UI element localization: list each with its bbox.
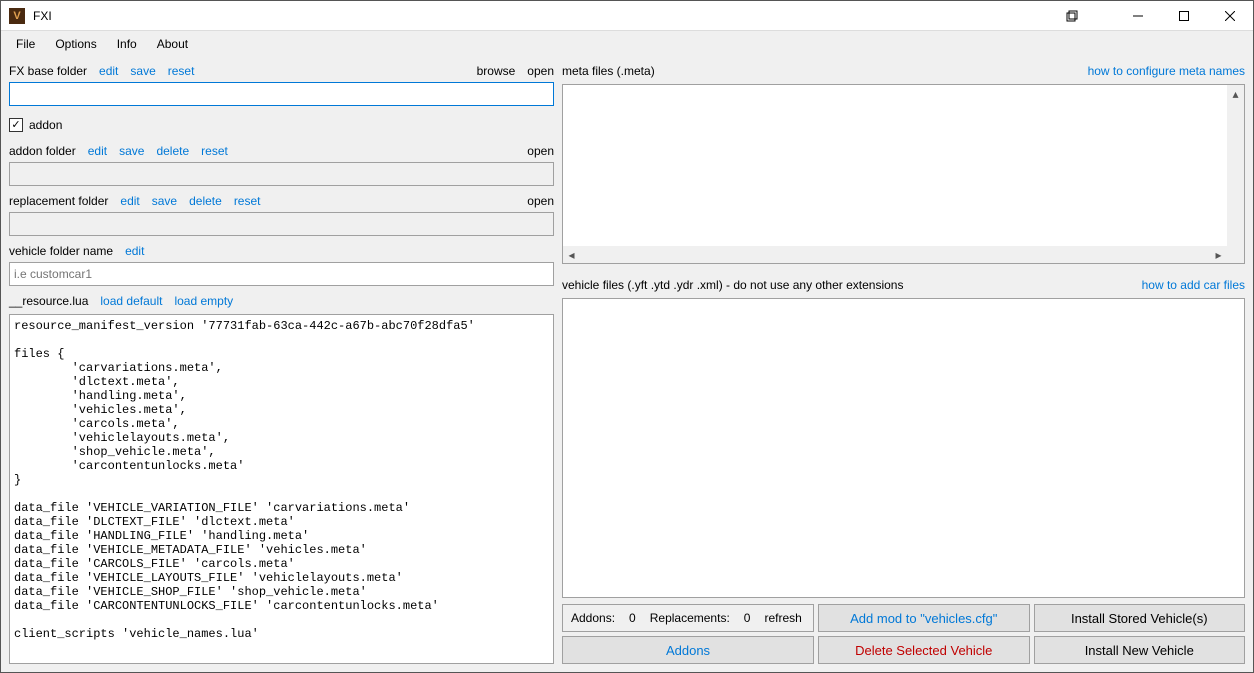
addon-check-row: ✓ addon xyxy=(9,114,554,136)
addon-folder-row: addon folder edit save delete reset open xyxy=(9,140,554,162)
addon-folder-save[interactable]: save xyxy=(119,144,144,158)
action-row-2: Addons Delete Selected Vehicle Install N… xyxy=(562,636,1245,664)
resource-load-empty[interactable]: load empty xyxy=(174,294,233,308)
meta-help-link[interactable]: how to configure meta names xyxy=(1088,64,1245,78)
addons-count: 0 xyxy=(629,611,636,625)
repl-folder-input[interactable] xyxy=(9,212,554,236)
veh-help-link[interactable]: how to add car files xyxy=(1142,278,1245,292)
menu-about[interactable]: About xyxy=(147,33,198,55)
repl-folder-delete[interactable]: delete xyxy=(189,194,222,208)
resource-row: __resource.lua load default load empty xyxy=(9,290,554,312)
app-window: V FXI File Options Info About FX base fo… xyxy=(0,0,1254,673)
resource-label: __resource.lua xyxy=(9,294,88,308)
addons-button[interactable]: Addons xyxy=(562,636,814,664)
repl-folder-edit[interactable]: edit xyxy=(120,194,139,208)
veh-label: vehicle files (.yft .ytd .ydr .xml) - do… xyxy=(562,278,903,292)
fx-base-edit[interactable]: edit xyxy=(99,64,118,78)
maximize-button[interactable] xyxy=(1161,1,1207,31)
veh-name-label: vehicle folder name xyxy=(9,244,113,258)
veh-name-edit[interactable]: edit xyxy=(125,244,144,258)
meta-files-list[interactable]: ▴ ◂ ▸ xyxy=(562,84,1245,264)
minimize-button[interactable] xyxy=(1115,1,1161,31)
stats-box: Addons: 0 Replacements: 0 refresh xyxy=(562,604,814,632)
titlebar: V FXI xyxy=(1,1,1253,31)
repl-folder-open[interactable]: open xyxy=(527,194,554,208)
fx-base-label: FX base folder xyxy=(9,64,87,78)
repl-folder-reset[interactable]: reset xyxy=(234,194,261,208)
install-stored-button[interactable]: Install Stored Vehicle(s) xyxy=(1034,604,1246,632)
scrollbar-horizontal[interactable]: ◂ ▸ xyxy=(563,246,1244,263)
close-button[interactable] xyxy=(1207,1,1253,31)
action-row-1: Addons: 0 Replacements: 0 refresh Add mo… xyxy=(562,604,1245,632)
addon-folder-reset[interactable]: reset xyxy=(201,144,228,158)
right-panel: meta files (.meta) how to configure meta… xyxy=(562,56,1245,664)
addon-folder-label: addon folder xyxy=(9,144,76,158)
veh-row: vehicle files (.yft .ytd .ydr .xml) - do… xyxy=(562,274,1245,296)
addon-folder-delete[interactable]: delete xyxy=(156,144,189,158)
fx-base-reset[interactable]: reset xyxy=(168,64,195,78)
fx-base-input[interactable] xyxy=(9,82,554,106)
restore-down-extra-icon[interactable] xyxy=(1049,1,1095,31)
left-panel: FX base folder edit save reset browse op… xyxy=(9,56,554,664)
addon-check-label: addon xyxy=(29,118,62,132)
resource-textarea[interactable] xyxy=(9,314,554,664)
add-mod-button[interactable]: Add mod to "vehicles.cfg" xyxy=(818,604,1030,632)
vehicle-files-list[interactable] xyxy=(562,298,1245,598)
fx-base-save[interactable]: save xyxy=(130,64,155,78)
addon-checkbox[interactable]: ✓ xyxy=(9,118,23,132)
repl-folder-label: replacement folder xyxy=(9,194,108,208)
menu-options[interactable]: Options xyxy=(45,33,106,55)
addon-folder-open[interactable]: open xyxy=(527,144,554,158)
refresh-link[interactable]: refresh xyxy=(764,611,801,625)
veh-name-input[interactable] xyxy=(9,262,554,286)
resource-load-default[interactable]: load default xyxy=(100,294,162,308)
meta-label: meta files (.meta) xyxy=(562,64,655,78)
menubar: File Options Info About xyxy=(1,31,1253,56)
addon-folder-edit[interactable]: edit xyxy=(88,144,107,158)
window-title: FXI xyxy=(33,9,1049,23)
repl-count: 0 xyxy=(744,611,751,625)
addons-count-label: Addons: xyxy=(571,611,615,625)
install-new-button[interactable]: Install New Vehicle xyxy=(1034,636,1246,664)
fx-base-row: FX base folder edit save reset browse op… xyxy=(9,60,554,82)
delete-vehicle-button[interactable]: Delete Selected Vehicle xyxy=(818,636,1030,664)
repl-folder-save[interactable]: save xyxy=(152,194,177,208)
repl-count-label: Replacements: xyxy=(650,611,730,625)
meta-row: meta files (.meta) how to configure meta… xyxy=(562,60,1245,82)
scroll-left-icon[interactable]: ◂ xyxy=(564,247,579,262)
menu-file[interactable]: File xyxy=(6,33,45,55)
veh-name-row: vehicle folder name edit xyxy=(9,240,554,262)
fx-base-open[interactable]: open xyxy=(527,64,554,78)
fx-base-browse[interactable]: browse xyxy=(477,64,516,78)
scroll-right-icon[interactable]: ▸ xyxy=(1211,247,1226,262)
content: FX base folder edit save reset browse op… xyxy=(1,56,1253,672)
repl-folder-row: replacement folder edit save delete rese… xyxy=(9,190,554,212)
scrollbar-vertical[interactable]: ▴ xyxy=(1227,85,1244,246)
scroll-up-icon[interactable]: ▴ xyxy=(1228,86,1243,101)
app-icon: V xyxy=(9,8,25,24)
menu-info[interactable]: Info xyxy=(107,33,147,55)
addon-folder-input[interactable] xyxy=(9,162,554,186)
